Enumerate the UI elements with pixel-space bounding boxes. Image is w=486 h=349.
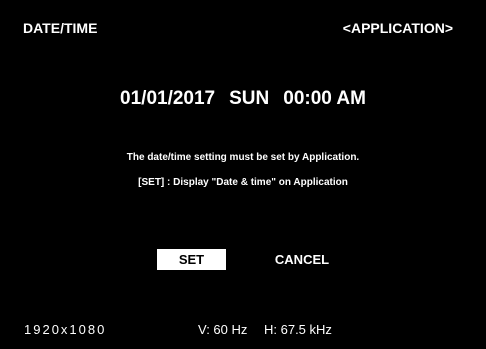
- info-message-line-2: [SET] : Display "Date & time" on Applica…: [138, 177, 348, 188]
- set-button[interactable]: SET: [157, 249, 226, 270]
- date-value: 01/01/2017: [120, 88, 216, 109]
- menu-title: DATE/TIME: [23, 20, 98, 36]
- info-message-line-1: The date/time setting must be set by App…: [126, 152, 360, 163]
- day-value: SUN: [229, 88, 270, 109]
- signal-resolution: 1920x1080: [24, 322, 107, 337]
- setting-mode-label: <APPLICATION>: [342, 20, 453, 36]
- horizontal-frequency: H: 67.5 kHz: [264, 322, 332, 337]
- cancel-button[interactable]: CANCEL: [262, 249, 342, 270]
- datetime-display: 01/01/2017 SUN 00:00 AM: [0, 88, 486, 110]
- time-value: 00:00 AM: [283, 88, 366, 109]
- vertical-frequency: V: 60 Hz: [198, 322, 248, 337]
